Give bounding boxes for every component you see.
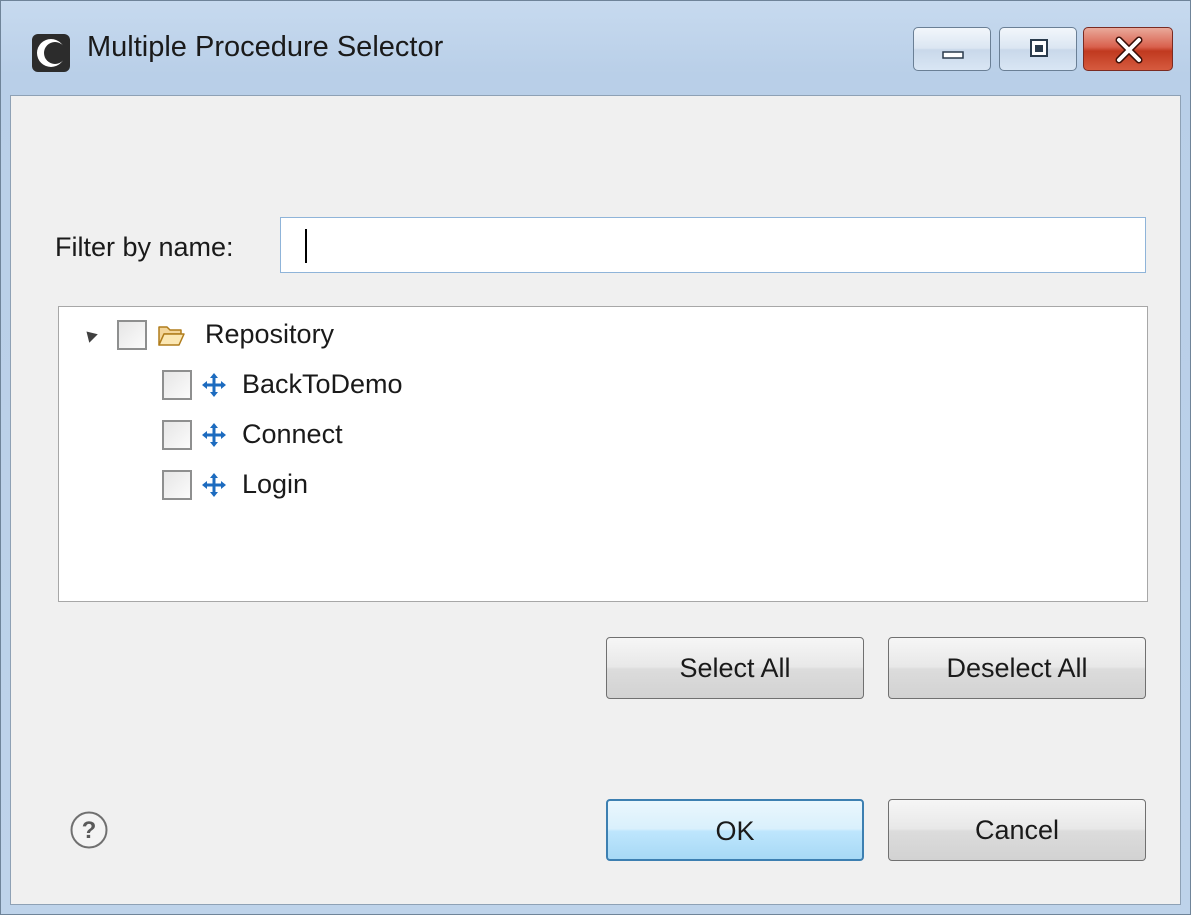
close-icon: [1115, 36, 1143, 64]
tree-node-backtodemo[interactable]: BackToDemo: [149, 365, 1147, 405]
checkbox-connect[interactable]: [162, 420, 192, 450]
window-title: Multiple Procedure Selector: [87, 31, 444, 63]
expand-arrow-icon[interactable]: [82, 327, 98, 343]
filter-label: Filter by name:: [55, 232, 234, 262]
checkbox-login[interactable]: [162, 470, 192, 500]
tree-node-login[interactable]: Login: [149, 465, 1147, 505]
maximize-icon: [1030, 39, 1048, 57]
dialog-content: Filter by name: Repository BackToDemo Co…: [10, 95, 1181, 905]
filter-input[interactable]: [280, 217, 1146, 273]
tree-node-connect[interactable]: Connect: [149, 415, 1147, 455]
text-caret: [305, 229, 307, 263]
help-icon[interactable]: ?: [69, 810, 109, 850]
folder-open-icon: [158, 326, 185, 346]
title-bar[interactable]: Multiple Procedure Selector: [1, 1, 1190, 95]
deselect-all-button[interactable]: Deselect All: [888, 637, 1146, 699]
procedure-tree[interactable]: Repository BackToDemo Connect Login: [58, 306, 1148, 602]
dialog-window: Multiple Procedure Selector Filter by na…: [0, 0, 1191, 915]
tree-node-repository[interactable]: Repository: [59, 315, 1147, 355]
procedure-icon: [201, 422, 227, 448]
cancel-button[interactable]: Cancel: [888, 799, 1146, 861]
maximize-button[interactable]: [999, 27, 1077, 71]
minimize-button[interactable]: [913, 27, 991, 71]
close-button[interactable]: [1083, 27, 1173, 71]
svg-text:?: ?: [82, 817, 97, 844]
checkbox-backtodemo[interactable]: [162, 370, 192, 400]
app-circle-icon: [32, 34, 70, 72]
ok-button[interactable]: OK: [606, 799, 864, 861]
minimize-icon: [942, 51, 964, 59]
checkbox-repository[interactable]: [117, 320, 147, 350]
tree-node-label: Repository: [205, 319, 335, 349]
tree-node-label: Connect: [242, 419, 343, 449]
procedure-icon: [201, 372, 227, 398]
procedure-icon: [201, 472, 227, 498]
tree-node-label: Login: [242, 469, 309, 499]
tree-node-label: BackToDemo: [242, 369, 403, 399]
select-all-button[interactable]: Select All: [606, 637, 864, 699]
